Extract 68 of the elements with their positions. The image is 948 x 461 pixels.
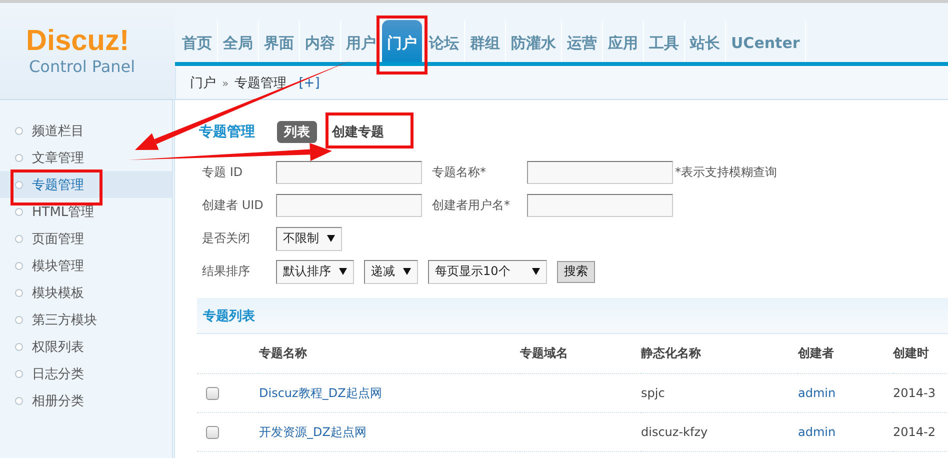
page-title: 专题管理 — [199, 123, 255, 141]
sidebar-item[interactable]: 专题管理 — [0, 171, 172, 198]
column-header: 静态化名称 — [641, 334, 798, 374]
field-label: 专题 ID — [202, 164, 244, 181]
breadcrumb-separator: » — [222, 76, 229, 90]
field-label: 创建者用户名* — [432, 197, 511, 214]
column-header: 创建时 — [893, 334, 948, 374]
bullet-icon — [15, 342, 23, 350]
topic-link[interactable]: 开发资源_DZ起点网 — [259, 413, 520, 452]
column-header: 创建者 — [798, 334, 893, 374]
dropdown[interactable]: 不限制 — [276, 226, 342, 250]
sidebar-item[interactable]: HTML管理 — [0, 198, 172, 225]
table-cell: spjc — [641, 386, 665, 400]
table-cell: 2014-2 — [893, 425, 936, 439]
sidebar-item[interactable]: 相册分类 — [0, 387, 172, 414]
table-cell: discuz-kfzy — [641, 425, 708, 439]
search-button[interactable]: 搜索 — [557, 260, 595, 282]
dropdown[interactable]: 递减 — [364, 260, 418, 284]
row-checkbox[interactable] — [206, 426, 219, 438]
table-cell: 2014-3 — [893, 386, 936, 400]
caret-icon — [532, 268, 540, 275]
creator-link[interactable]: admin — [798, 386, 836, 400]
field-label: 结果排序 — [202, 263, 251, 280]
table-title: 专题列表 — [197, 298, 948, 334]
bullet-icon — [15, 208, 23, 216]
breadcrumb-item: 门户 — [190, 75, 216, 92]
text-field[interactable] — [276, 194, 422, 217]
creator-link[interactable]: admin — [798, 425, 836, 439]
sidebar-item[interactable]: 第三方模块 — [0, 306, 172, 333]
sidebar-item[interactable]: 文章管理 — [0, 144, 172, 171]
nav-tab[interactable]: 门户 — [382, 20, 422, 62]
sidebar-item[interactable]: 模块模板 — [0, 279, 172, 306]
text-field[interactable] — [276, 161, 422, 184]
sidebar-item[interactable]: 频道栏目 — [0, 117, 172, 144]
sidebar-item[interactable]: 权限列表 — [0, 333, 172, 360]
field-label: 是否关闭 — [202, 230, 251, 247]
text-field[interactable] — [527, 161, 673, 184]
sidebar-item[interactable]: 页面管理 — [0, 225, 172, 252]
bullet-icon — [15, 288, 23, 296]
highlight-frame — [376, 16, 428, 74]
sidebar-item[interactable]: 模块管理 — [0, 252, 172, 279]
bullet-icon — [15, 396, 23, 404]
column-header: 专题域名 — [520, 334, 641, 374]
caret-icon — [403, 268, 411, 275]
bullet-icon — [15, 316, 23, 324]
bullet-icon — [15, 370, 23, 378]
caret-icon — [339, 268, 347, 275]
dropdown[interactable]: 每页显示10个 — [428, 260, 547, 284]
topic-link[interactable]: Discuz教程_DZ起点网 — [259, 374, 520, 413]
dropdown[interactable]: 默认排序 — [276, 260, 354, 284]
page-tab[interactable]: 创建专题 — [325, 121, 391, 143]
bullet-icon — [15, 180, 23, 188]
field-label: 创建者 UID — [202, 197, 264, 214]
bullet-icon — [15, 126, 23, 134]
text-field[interactable] — [527, 194, 673, 217]
bullet-icon — [15, 154, 23, 162]
row-checkbox[interactable] — [206, 386, 219, 400]
bullet-icon — [15, 262, 23, 270]
field-label: 专题名称* — [432, 164, 487, 181]
sidebar-item[interactable]: 日志分类 — [0, 360, 172, 387]
column-header: 专题名称 — [259, 334, 520, 374]
add-link[interactable]: [+] — [298, 76, 320, 90]
page-tab[interactable]: 列表 — [277, 121, 317, 143]
logo: Discuz! Control Panel — [0, 3, 175, 100]
caret-icon — [327, 235, 335, 242]
breadcrumb-item: 专题管理 — [234, 75, 287, 92]
hint-text: *表示支持模糊查询 — [675, 164, 777, 181]
bullet-icon — [15, 234, 23, 242]
